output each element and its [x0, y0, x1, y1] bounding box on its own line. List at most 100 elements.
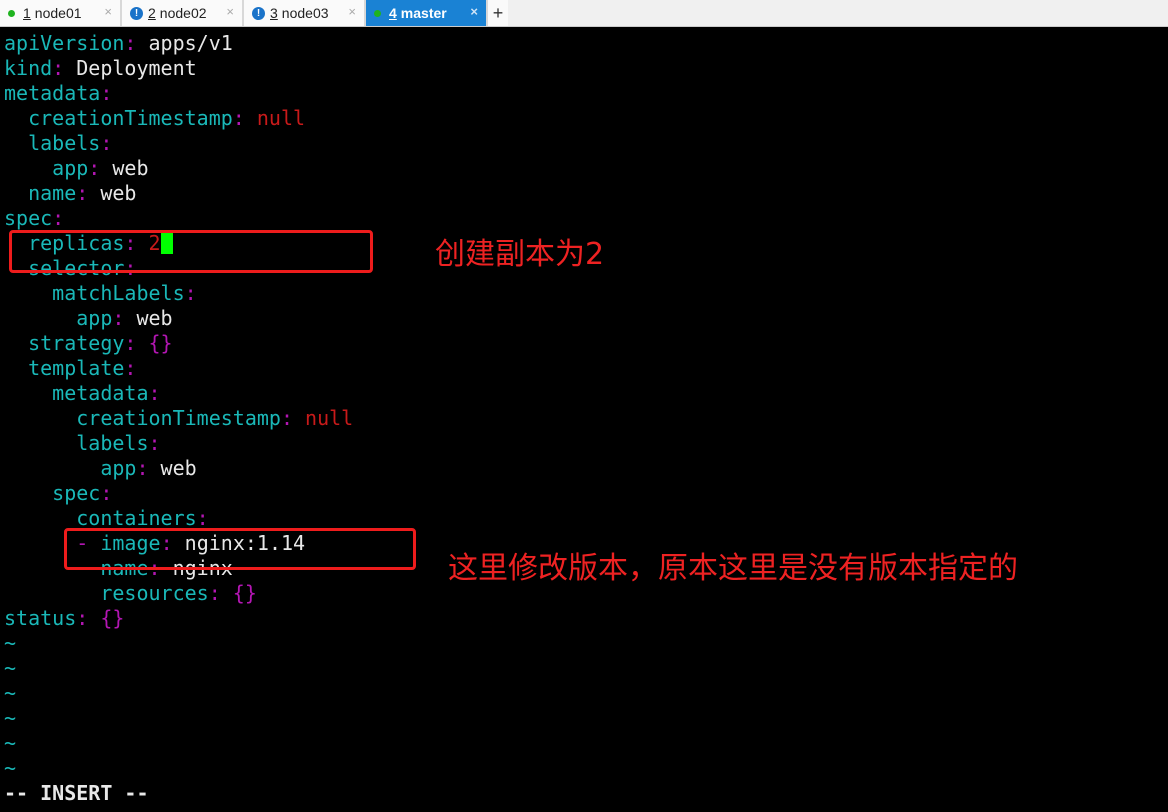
tab-label: node03: [281, 5, 329, 21]
connected-status-icon: [374, 9, 381, 17]
code-token: {}: [220, 581, 257, 605]
tab-number: 2: [148, 5, 156, 21]
code-token: creationTimestamp: [76, 406, 281, 430]
code-token: web: [148, 456, 197, 480]
code-token: ~: [4, 681, 17, 705]
code-token: web: [88, 181, 137, 205]
code-token: app: [76, 306, 113, 330]
code-token: ~: [4, 706, 17, 730]
code-line: template:: [4, 356, 353, 381]
code-line: apiVersion: apps/v1: [4, 31, 353, 56]
code-token: :: [280, 406, 293, 430]
code-token: Deployment: [64, 56, 197, 80]
code-token: template: [28, 356, 125, 380]
code-token: :: [148, 431, 161, 455]
code-line: creationTimestamp: null: [4, 106, 353, 131]
close-tab-icon[interactable]: ×: [348, 4, 356, 19]
code-token: ~: [4, 756, 17, 780]
connected-status-icon: [8, 9, 15, 17]
code-token: labels: [28, 131, 101, 155]
code-token: apps/v1: [136, 31, 233, 55]
code-token: :: [52, 56, 65, 80]
vim-editor[interactable]: apiVersion: apps/v1 kind: Deployment metad…: [4, 31, 353, 806]
empty-line-tilde: ~: [4, 731, 353, 756]
warning-icon: !: [130, 6, 143, 20]
code-token: :: [124, 331, 137, 355]
tab-node03[interactable]: ! 3 node03 ×: [244, 0, 366, 26]
code-token: null: [244, 106, 306, 130]
code-token: matchLabels: [52, 281, 185, 305]
warning-icon: !: [252, 6, 265, 20]
tab-number: 4: [389, 5, 397, 21]
code-token: status: [4, 606, 77, 630]
code-token: :: [196, 506, 209, 530]
code-token: ~: [4, 656, 17, 680]
code-token: :: [232, 106, 245, 130]
tab-label: node01: [34, 5, 82, 21]
empty-line-tilde: ~: [4, 756, 353, 781]
close-tab-icon[interactable]: ×: [104, 4, 112, 19]
code-token: :: [52, 206, 65, 230]
code-token: null: [293, 406, 354, 430]
code-line: app: web: [4, 156, 353, 181]
code-token: :: [76, 181, 89, 205]
mode-indicator: -- INSERT --: [4, 781, 353, 806]
code-token: metadata: [52, 381, 149, 405]
tab-label: master: [400, 5, 447, 21]
code-token: spec: [4, 206, 53, 230]
code-token: apiVersion: [4, 31, 125, 55]
code-token: creationTimestamp: [28, 106, 233, 130]
empty-line-tilde: ~: [4, 681, 353, 706]
code-token: name: [28, 181, 77, 205]
highlight-box-image: [64, 528, 416, 570]
code-token: :: [148, 381, 161, 405]
code-line: name: web: [4, 181, 353, 206]
code-token: app: [52, 156, 89, 180]
code-line: labels:: [4, 431, 353, 456]
code-token: :: [124, 31, 137, 55]
code-token: ~: [4, 731, 17, 755]
code-line: labels:: [4, 131, 353, 156]
code-token: {}: [136, 331, 173, 355]
code-token: app: [100, 456, 137, 480]
highlight-box-replicas: [9, 230, 373, 273]
tab-master[interactable]: 4 master ×: [366, 0, 488, 26]
tab-node01[interactable]: 1 node01 ×: [0, 0, 122, 26]
code-token: :: [208, 581, 221, 605]
code-token: strategy: [28, 331, 125, 355]
code-token: {}: [88, 606, 125, 630]
code-token: :: [100, 481, 113, 505]
code-line: app: web: [4, 306, 353, 331]
code-token: metadata: [4, 81, 101, 105]
code-token: labels: [76, 431, 149, 455]
code-token: :: [100, 81, 113, 105]
code-line: metadata:: [4, 81, 353, 106]
close-tab-icon[interactable]: ×: [226, 4, 234, 19]
code-token: :: [112, 306, 125, 330]
code-token: resources: [100, 581, 209, 605]
code-line: strategy: {}: [4, 331, 353, 356]
code-line: spec:: [4, 206, 353, 231]
code-token: web: [100, 156, 149, 180]
close-tab-icon[interactable]: ×: [470, 4, 478, 19]
new-tab-button[interactable]: +: [488, 0, 508, 26]
tab-number: 1: [23, 5, 31, 21]
tab-number: 3: [270, 5, 278, 21]
tab-node02[interactable]: ! 2 node02 ×: [122, 0, 244, 26]
empty-line-tilde: ~: [4, 656, 353, 681]
code-token: :: [184, 281, 197, 305]
